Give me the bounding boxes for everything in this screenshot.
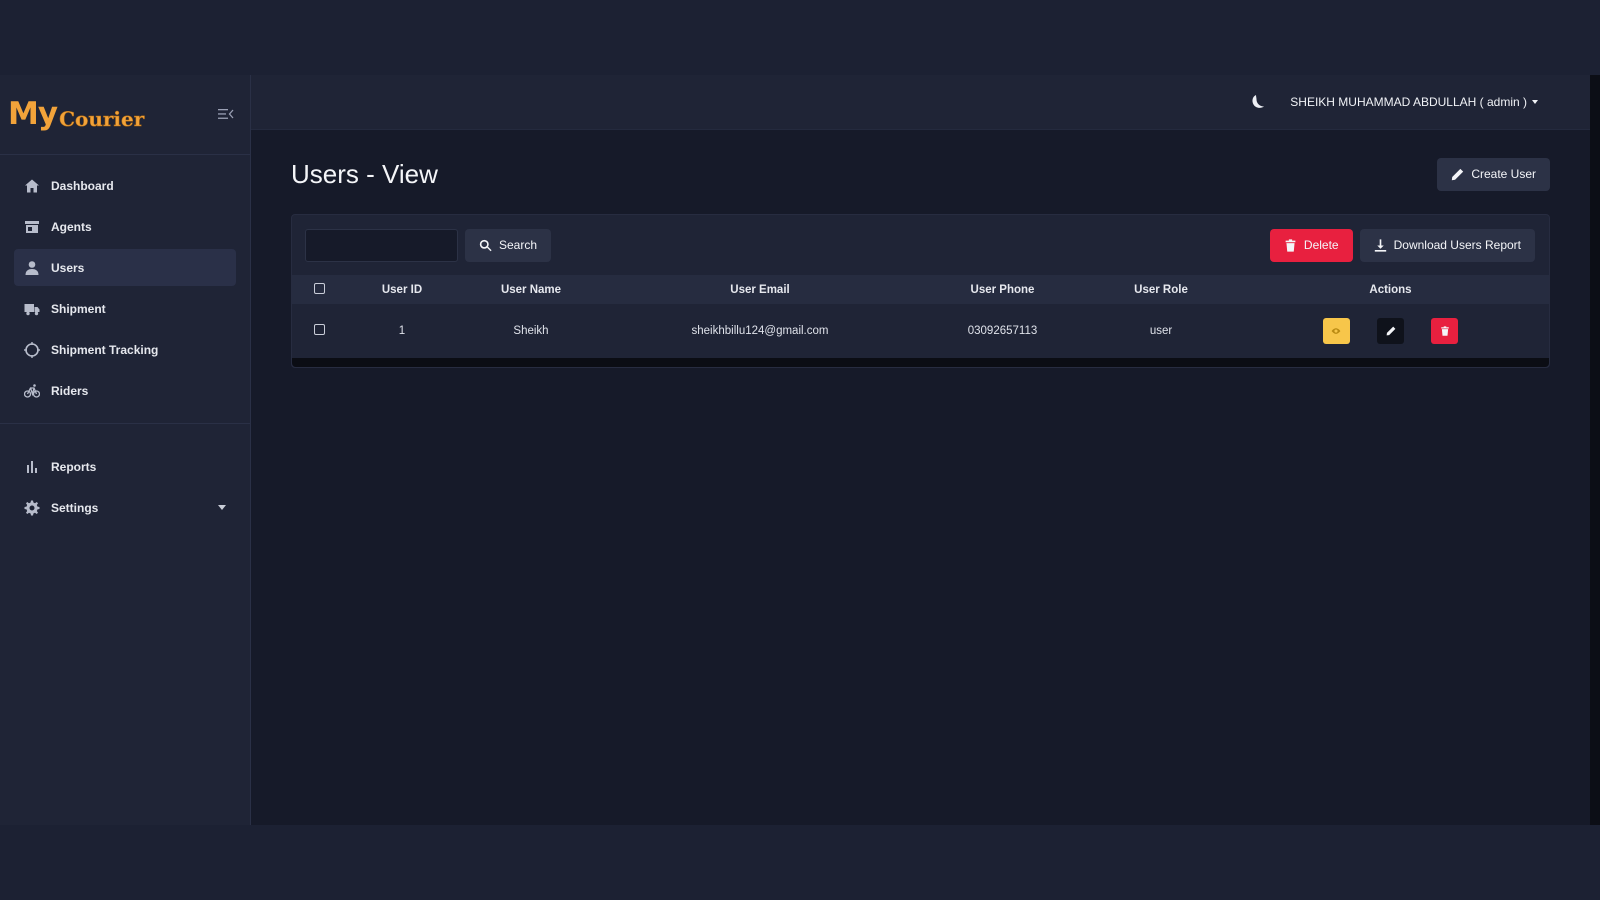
- trash-icon: [1440, 326, 1449, 336]
- menu-collapse-icon[interactable]: [218, 108, 234, 120]
- row-select-cell: [292, 304, 347, 358]
- sidebar-item-label: Users: [51, 260, 85, 275]
- chevron-down-icon[interactable]: [218, 505, 226, 510]
- column-header-user-id[interactable]: User ID: [347, 275, 457, 304]
- app-window: My Courier Dashboard Agents Users Shipme…: [0, 75, 1590, 825]
- sidebar-item-users[interactable]: Users: [14, 249, 236, 286]
- search-button[interactable]: Search: [465, 228, 552, 262]
- delete-button-label: Delete: [1303, 238, 1339, 252]
- search-input[interactable]: [305, 228, 458, 262]
- eye-icon: [1331, 328, 1341, 334]
- sidebar-item-label: Reports: [51, 459, 97, 474]
- sidebar-item-reports[interactable]: Reports: [14, 448, 236, 485]
- sidebar-item-agents[interactable]: Agents: [14, 208, 236, 245]
- sidebar-item-label: Settings: [51, 500, 99, 515]
- user-menu[interactable]: SHEIKH MUHAMMAD ABDULLAH ( admin ): [1290, 95, 1538, 109]
- row-checkbox[interactable]: [314, 324, 325, 335]
- edit-button[interactable]: [1377, 318, 1404, 344]
- brand-header: My Courier: [0, 75, 250, 155]
- topbar: SHEIKH MUHAMMAD ABDULLAH ( admin ): [251, 75, 1590, 130]
- bar-chart-icon: [23, 458, 41, 476]
- delete-button[interactable]: Delete: [1269, 228, 1353, 262]
- column-header-actions: Actions: [1369, 283, 1412, 296]
- pencil-icon: [1452, 168, 1464, 180]
- page-header: Users - View Create User: [291, 156, 1550, 192]
- download-button-label: Download Users Report: [1393, 238, 1521, 252]
- sidebar-item-settings[interactable]: Settings: [14, 489, 236, 526]
- pencil-icon: [1386, 326, 1395, 336]
- column-header-user-role[interactable]: User Role: [1090, 275, 1232, 304]
- select-all-cell: [292, 275, 347, 304]
- main-area: SHEIKH MUHAMMAD ABDULLAH ( admin ) Users…: [251, 75, 1590, 825]
- sidebar-item-shipment[interactable]: Shipment: [14, 290, 236, 327]
- moon-icon[interactable]: [1250, 94, 1266, 110]
- table-row: 1 Sheikh sheikhbillu124@gmail.com 030926…: [292, 304, 1549, 358]
- column-header-user-phone[interactable]: User Phone: [915, 275, 1090, 304]
- cell-user-phone: 03092657113: [967, 325, 1038, 337]
- search-button-label: Search: [499, 238, 538, 252]
- sidebar-item-dashboard[interactable]: Dashboard: [14, 167, 236, 204]
- window-edge: [1590, 75, 1600, 825]
- sidebar-nav: Dashboard Agents Users Shipment Shipment…: [0, 155, 250, 526]
- select-all-checkbox[interactable]: [314, 282, 325, 294]
- sidebar-item-shipment-tracking[interactable]: Shipment Tracking: [14, 331, 236, 368]
- create-user-button[interactable]: Create User: [1437, 157, 1550, 191]
- sidebar-item-riders[interactable]: Riders: [14, 372, 236, 409]
- view-button[interactable]: [1322, 318, 1350, 344]
- table-header-row: User ID User Name User Email User Phone …: [292, 275, 1549, 304]
- truck-icon: [23, 300, 41, 318]
- search-icon: [479, 239, 492, 251]
- column-header-user-email[interactable]: User Email: [605, 275, 915, 304]
- trash-icon: [1285, 238, 1296, 252]
- target-icon: [23, 341, 41, 359]
- cell-user-role: user: [1149, 325, 1173, 337]
- caret-down-icon: [1532, 100, 1538, 104]
- logo-courier-text: Courier: [59, 107, 145, 131]
- sidebar-item-label: Shipment: [51, 301, 106, 316]
- logo[interactable]: My Courier: [8, 96, 145, 132]
- users-card: Search Delete Download Users Report User…: [291, 214, 1550, 368]
- sidebar-item-label: Dashboard: [51, 178, 114, 193]
- nav-group-secondary: Reports Settings: [14, 424, 236, 526]
- download-icon: [1374, 238, 1386, 252]
- table-toolbar: Search Delete Download Users Report: [292, 215, 1549, 275]
- content: Users - View Create User Search Delete D…: [251, 130, 1590, 368]
- horizontal-scrollbar[interactable]: [292, 358, 1549, 367]
- store-icon: [23, 218, 41, 236]
- cell-user-id: 1: [398, 325, 406, 337]
- sidebar-item-label: Riders: [51, 383, 89, 398]
- bicycle-icon: [23, 382, 41, 400]
- cell-user-email: sheikhbillu124@gmail.com: [691, 325, 829, 337]
- column-header-user-name[interactable]: User Name: [457, 275, 605, 304]
- user-icon: [23, 259, 41, 277]
- users-table: User ID User Name User Email User Phone …: [292, 275, 1549, 358]
- home-icon: [23, 177, 41, 195]
- logo-my-text: My: [8, 96, 58, 132]
- sidebar-item-label: Agents: [51, 219, 92, 234]
- cell-user-name: Sheikh: [513, 325, 549, 337]
- create-user-label: Create User: [1471, 167, 1536, 181]
- sidebar: My Courier Dashboard Agents Users Shipme…: [0, 75, 251, 825]
- cell-actions: [1232, 304, 1549, 358]
- page-title: Users - View: [291, 158, 438, 189]
- download-users-report-button[interactable]: Download Users Report: [1359, 228, 1535, 262]
- gear-icon: [23, 499, 41, 517]
- nav-group-main: Dashboard Agents Users Shipment Shipment…: [0, 167, 250, 424]
- delete-row-button[interactable]: [1431, 318, 1459, 344]
- user-name-label: SHEIKH MUHAMMAD ABDULLAH ( admin ): [1290, 95, 1527, 109]
- sidebar-item-label: Shipment Tracking: [51, 342, 159, 357]
